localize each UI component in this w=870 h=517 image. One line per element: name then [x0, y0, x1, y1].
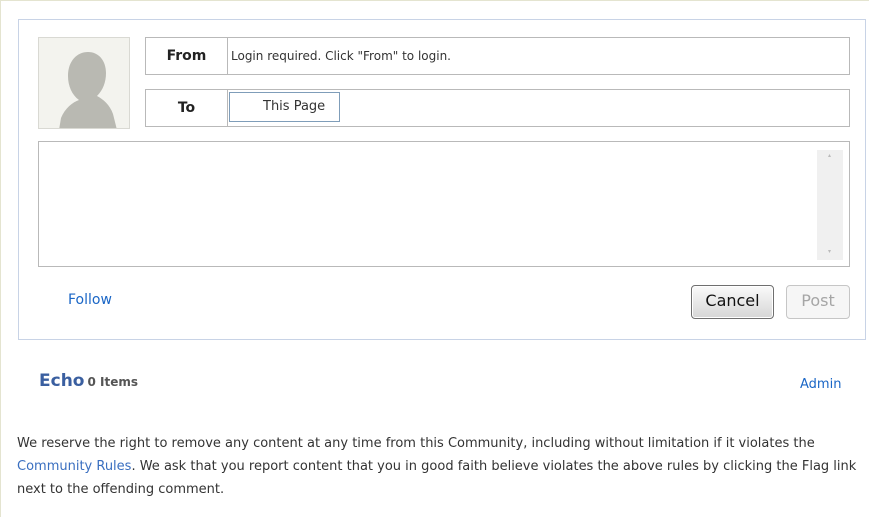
textarea-scrollbar[interactable]: ▴ ▾ [817, 150, 843, 260]
user-silhouette-icon [59, 52, 117, 128]
scroll-up-icon[interactable]: ▴ [828, 153, 832, 159]
notice-text-before: We reserve the right to remove any conte… [17, 436, 815, 451]
from-value: Login required. Click "From" to login. [231, 49, 451, 63]
to-target-chip[interactable]: This Page [229, 92, 340, 122]
admin-link[interactable]: Admin [800, 377, 841, 392]
echo-title[interactable]: Echo [39, 371, 84, 391]
cancel-button[interactable]: Cancel [691, 285, 774, 319]
community-notice: We reserve the right to remove any conte… [17, 432, 857, 501]
from-row: From Login required. Click "From" to log… [145, 37, 850, 75]
from-button[interactable]: From [146, 38, 228, 74]
notice-text-after: . We ask that you report content that yo… [17, 459, 857, 497]
to-row: To This Page [145, 89, 850, 127]
echo-header: Echo 0 Items [39, 371, 138, 391]
follow-link[interactable]: Follow [68, 292, 112, 308]
post-button[interactable]: Post [786, 285, 850, 319]
comment-textarea[interactable]: ▴ ▾ [38, 141, 850, 267]
avatar [38, 37, 130, 129]
community-rules-link[interactable]: Community Rules [17, 459, 131, 474]
item-count: 0 Items [87, 375, 138, 389]
to-label: To [146, 90, 228, 126]
scroll-down-icon[interactable]: ▾ [828, 249, 832, 255]
